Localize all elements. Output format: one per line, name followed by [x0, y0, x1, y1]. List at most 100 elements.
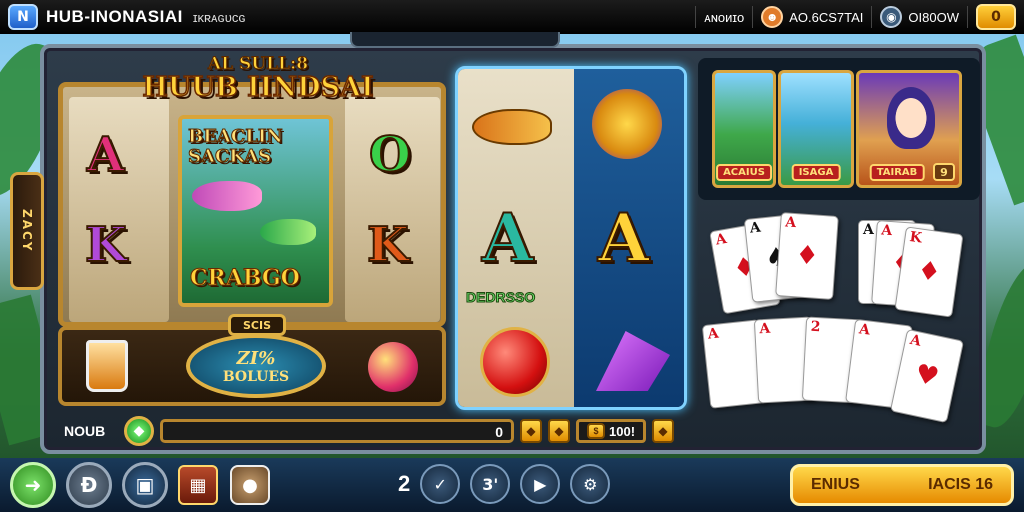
purple-gem-icon [596, 331, 670, 391]
control-number-1: 2 [398, 471, 411, 496]
card-rank: A [706, 325, 720, 343]
chip-3-label: OI80OW [908, 9, 959, 25]
reel-column-right: A [574, 69, 684, 407]
symbol-letter: K [84, 216, 128, 274]
symbol-letter: A [481, 198, 534, 278]
symbol-letter: K [366, 216, 410, 274]
divider [871, 6, 873, 28]
top-bar: N HUB-INONASIAI ɪᴋʀᴀɢᴜᴄɢ ᴀɴᴏᴎɪᴏ ☻ AO.6CS… [0, 0, 1024, 34]
thumbnail-label-text: TAIRAB [876, 167, 918, 178]
center-controls: 2 ✓ 3' ▶ ⚙ [398, 464, 611, 504]
card-suit: ♦ [915, 255, 943, 289]
reel-column-1: A K [69, 97, 169, 322]
amount-box: $ 100! [576, 419, 647, 443]
divider [695, 6, 697, 28]
value-button[interactable]: 3' [470, 464, 511, 504]
card-rank: A [758, 320, 771, 338]
card-suit: ♦ [794, 240, 820, 272]
gear-icon: ⚙ [583, 474, 598, 494]
chat-icon: ▶ [534, 474, 547, 494]
chip-1-label: ᴀɴᴏᴎɪᴏ [704, 9, 745, 25]
character-portrait [887, 87, 935, 149]
amount-value: 100! [609, 423, 636, 439]
card-rank: A [714, 230, 728, 249]
fish-icon [260, 219, 316, 245]
center-label: DEDRSSO [465, 289, 536, 306]
bonus-button[interactable]: ZI% BOLUES [186, 334, 326, 398]
reel-column-left: A DEDRSSO [458, 69, 574, 407]
lock-icon: ▣ [135, 473, 155, 497]
card-rank: K [908, 229, 923, 247]
app-subtitle: ɪᴋʀᴀɢᴜᴄɢ [192, 9, 246, 25]
thumbnail-label: TAIRAB [869, 164, 925, 181]
settings-button[interactable]: ⚙ [570, 464, 611, 504]
treasure-button[interactable]: ● [230, 465, 270, 505]
game-title-plate: AL SULL:8 HUUB IINDSAI [136, 50, 380, 108]
card-rank: A [784, 214, 797, 232]
card-rank: A [908, 331, 923, 350]
top-chip-2[interactable]: ☻ AO.6CS7TAI [761, 6, 863, 28]
menu-button[interactable]: Ð [66, 462, 112, 508]
bonus-tag: SCIS [228, 314, 286, 336]
gem-icon[interactable]: ◆ [124, 416, 154, 446]
shop-button[interactable]: ▣ [122, 462, 168, 508]
top-chip-3[interactable]: ◉ OI80OW [880, 6, 959, 28]
chat-button[interactable]: ▶ [520, 464, 561, 504]
featured-bottom-label: CRABGO [190, 265, 301, 292]
coin-counter[interactable]: 0 [976, 4, 1016, 30]
profile-icon: ◉ [880, 6, 903, 28]
game-title-top: AL SULL:8 [207, 54, 309, 74]
app-title: HUB-INONASIAI [46, 7, 183, 26]
fish-icon [592, 89, 662, 159]
card-rank: A [880, 222, 893, 240]
card-suit: ♥ [912, 358, 942, 394]
reels-left: A K O K BEACLIN SACKAS CRABGO [58, 82, 446, 327]
card-rank: A [858, 321, 871, 339]
progress-value: 0 [495, 424, 503, 440]
card-rank: A [748, 219, 762, 237]
app-logo[interactable]: N [8, 4, 38, 30]
progress-row: NOUB ◆ 0 ◆ ◆ $ 100! ◆ [50, 416, 684, 446]
back-arrow-icon: ➜ [24, 473, 42, 497]
diamond-button-3[interactable]: ◆ [652, 419, 675, 443]
progress-label: NOUB [64, 423, 106, 439]
cta-left-label: ENIUS [811, 476, 860, 493]
thumbnail-card[interactable]: ISAGA [778, 70, 854, 188]
reel-column-3: O K [345, 97, 440, 322]
check-button[interactable]: ✓ [420, 464, 461, 504]
coin-icon: $ [587, 423, 605, 439]
symbol-letter: A [597, 198, 650, 278]
side-menu-tab[interactable]: ZACY [10, 172, 44, 290]
game-thumbnails: ACAIUS ISAGA TAIRAB 9 [698, 58, 980, 200]
calendar-icon: ▦ [189, 474, 207, 496]
diamond-button-2[interactable]: ◆ [548, 419, 570, 443]
featured-game-card[interactable]: BEACLIN SACKAS CRABGO [178, 115, 333, 307]
divider [967, 6, 968, 28]
drink-icon [86, 340, 128, 392]
d-icon: Ð [80, 473, 98, 497]
frame-notch [350, 32, 560, 48]
bottom-bar: ➜ Ð ▣ ▦ ● 2 ✓ 3' ▶ ⚙ ENIUS IACIS 16 [0, 458, 1024, 512]
card-rank: 2 [810, 318, 821, 336]
control-number-2: 3' [482, 474, 499, 494]
thumbnail-card[interactable]: ACAIUS [712, 70, 776, 188]
thumbnail-badge: 9 [933, 163, 955, 181]
playing-card[interactable]: K ♦ [894, 226, 964, 318]
playing-card[interactable]: A♦ [775, 212, 839, 300]
pouch-icon: ● [242, 474, 258, 496]
thumbnail-label: ACAIUS [716, 164, 772, 181]
back-button[interactable]: ➜ [10, 462, 56, 508]
calendar-button[interactable]: ▦ [178, 465, 218, 505]
diamond-button[interactable]: ◆ [520, 419, 542, 443]
avatar-icon: ☻ [761, 6, 784, 28]
divider [752, 6, 754, 28]
top-chip-1[interactable]: ᴀɴᴏᴎɪᴏ [704, 10, 744, 25]
chip-2-label: AO.6CS7TAI [789, 9, 864, 25]
thumbnail-label: ISAGA [791, 164, 841, 181]
progress-bar: 0 [160, 419, 514, 443]
side-tab-label: ZACY [20, 209, 34, 253]
play-cta-button[interactable]: ENIUS IACIS 16 [790, 464, 1014, 506]
symbol-letter: A [86, 126, 125, 184]
featured-title: BEACLIN SACKAS [188, 126, 284, 167]
thumbnail-card[interactable]: TAIRAB 9 [856, 70, 962, 188]
